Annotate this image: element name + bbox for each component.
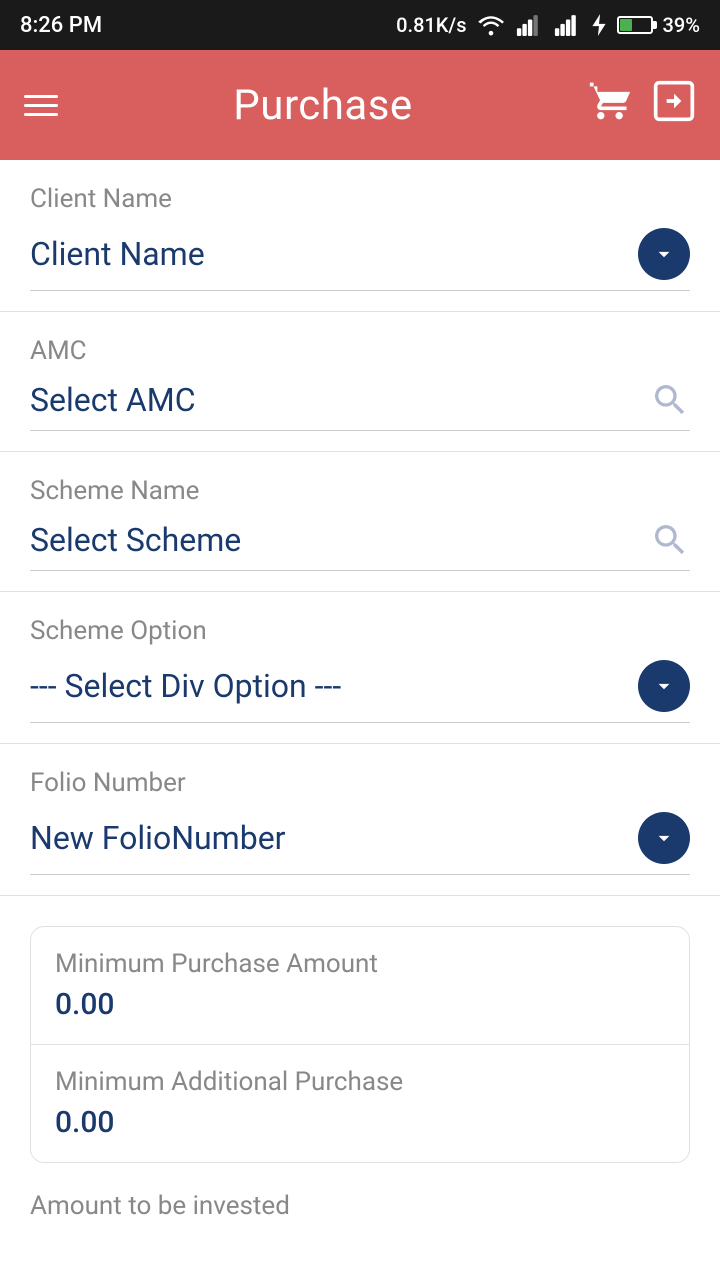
folio-number-dropdown[interactable] — [638, 812, 690, 864]
scheme-name-value: Select Scheme — [30, 521, 241, 559]
client-name-dropdown[interactable] — [638, 228, 690, 280]
status-bar: 8:26 PM 0.81K/s 39% — [0, 0, 720, 50]
cart-button[interactable] — [588, 79, 632, 132]
scheme-option-field: Scheme Option --- Select Div Option --- — [0, 592, 720, 744]
battery-indicator — [617, 16, 653, 34]
amc-field: AMC Select AMC — [0, 312, 720, 452]
client-name-field: Client Name Client Name — [0, 160, 720, 312]
signal-icon — [515, 14, 543, 36]
min-additional-value: 0.00 — [55, 1105, 665, 1140]
signal2-icon — [553, 14, 581, 36]
folio-number-field: Folio Number New FolioNumber — [0, 744, 720, 896]
amc-row[interactable]: Select AMC — [30, 380, 690, 431]
folio-number-value: New FolioNumber — [30, 819, 286, 857]
scheme-name-label: Scheme Name — [30, 476, 690, 506]
app-bar: Purchase — [0, 50, 720, 160]
info-card: Minimum Purchase Amount 0.00 Minimum Add… — [30, 926, 690, 1163]
scheme-option-label: Scheme Option — [30, 616, 690, 646]
status-right: 0.81K/s 39% — [396, 13, 700, 37]
amc-value: Select AMC — [30, 381, 196, 419]
amount-to-invest-label: Amount to be invested — [0, 1163, 720, 1231]
min-purchase-value: 0.00 — [55, 987, 665, 1022]
wifi-icon — [477, 14, 505, 36]
client-name-row[interactable]: Client Name — [30, 228, 690, 291]
amc-label: AMC — [30, 336, 690, 366]
folio-number-label: Folio Number — [30, 768, 690, 798]
scheme-search-icon — [650, 520, 690, 560]
scheme-option-row[interactable]: --- Select Div Option --- — [30, 660, 690, 723]
charging-icon — [591, 14, 607, 36]
folio-number-row[interactable]: New FolioNumber — [30, 812, 690, 875]
network-speed: 0.81K/s — [396, 13, 466, 37]
amc-search-icon — [650, 380, 690, 420]
form-content: Client Name Client Name AMC Select AMC S… — [0, 160, 720, 1280]
min-purchase-row: Minimum Purchase Amount 0.00 — [31, 927, 689, 1044]
status-time: 8:26 PM — [20, 13, 102, 38]
scheme-option-dropdown[interactable] — [638, 660, 690, 712]
min-additional-label: Minimum Additional Purchase — [55, 1067, 665, 1097]
client-name-value: Client Name — [30, 235, 205, 273]
min-purchase-label: Minimum Purchase Amount — [55, 949, 665, 979]
scheme-name-row[interactable]: Select Scheme — [30, 520, 690, 571]
scheme-option-value: --- Select Div Option --- — [30, 667, 341, 705]
exit-button[interactable] — [652, 79, 696, 132]
page-title: Purchase — [78, 81, 568, 130]
scheme-name-field: Scheme Name Select Scheme — [0, 452, 720, 592]
menu-button[interactable] — [24, 95, 58, 116]
min-additional-purchase-row: Minimum Additional Purchase 0.00 — [31, 1044, 689, 1162]
client-name-label: Client Name — [30, 184, 690, 214]
battery-percent: 39% — [663, 13, 700, 37]
